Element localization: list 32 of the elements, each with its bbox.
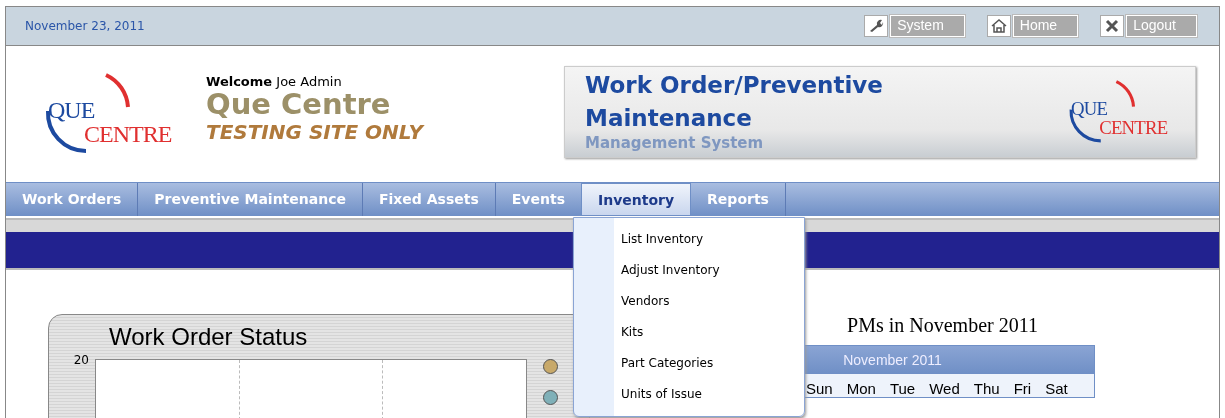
menu-item[interactable]: List Inventory [574, 224, 804, 255]
nav-tab[interactable]: Fixed Assets [362, 183, 496, 216]
site-name: Que Centre [206, 89, 392, 120]
nav-tab[interactable]: Work Orders [6, 183, 139, 216]
site-note: TESTING SITE ONLY [206, 119, 423, 144]
welcome-label: Welcome [206, 74, 273, 90]
nav-tab[interactable]: Reports [691, 183, 786, 216]
nav-tab[interactable]: Preventive Maintenance [138, 183, 363, 216]
logo: QUE CENTRE [1053, 76, 1185, 148]
menu-item[interactable]: Units of Issue [574, 379, 804, 410]
weekday-label: Sun [806, 380, 833, 397]
weekday-label: Wed [929, 380, 960, 397]
chart-title: Work Order Status [108, 323, 309, 351]
calendar-heading: PMs in November 2011 [847, 314, 1038, 337]
date-text: November 23, 2011 [25, 19, 145, 33]
weekday-label: Thu [973, 380, 1000, 397]
weekday-label: Sat [1045, 380, 1068, 397]
weekday-label: Fri [1013, 380, 1032, 397]
close-icon [1105, 19, 1120, 33]
wrench-icon [868, 19, 885, 33]
house-icon [990, 19, 1007, 33]
menu-item[interactable]: Adjust Inventory [574, 255, 804, 286]
axis-tick-label: 20 [72, 353, 90, 367]
weekday-label: Tue [889, 380, 916, 397]
banner-subtitle: Management System [585, 135, 765, 151]
logo: QUE CENTRE [26, 69, 194, 159]
user-name: Joe Admin [276, 74, 342, 90]
menu-item[interactable]: Vendors [574, 286, 804, 317]
weekday-label: Mon [846, 380, 876, 397]
banner-title: Work Order/Preventive Maintenance [585, 71, 884, 133]
menu-item[interactable]: Kits [574, 317, 804, 348]
nav-tab[interactable]: Inventory [580, 183, 692, 216]
